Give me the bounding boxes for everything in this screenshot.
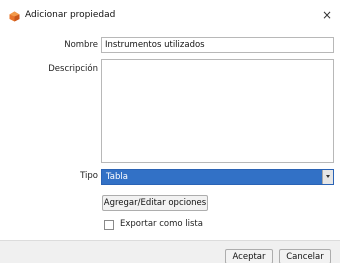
cancelar-button[interactable]: Cancelar <box>279 249 331 263</box>
dialog-title: Adicionar propiedad <box>25 10 116 20</box>
close-icon[interactable]: × <box>320 8 334 22</box>
orange-gem-icon <box>9 11 20 22</box>
aceptar-button[interactable]: Aceptar <box>225 249 273 263</box>
tipo-label: Tipo <box>80 171 98 181</box>
descripcion-textarea[interactable] <box>101 59 334 163</box>
nombre-input[interactable]: Instrumentos utilizados <box>101 37 334 53</box>
chevron-down-icon[interactable] <box>322 170 333 184</box>
exportar-checkbox[interactable] <box>104 220 114 230</box>
title-bar: Adicionar propiedad × <box>0 0 340 30</box>
descripcion-label: Descripción <box>48 64 98 74</box>
tipo-selected-value: Tabla <box>106 172 128 182</box>
exportar-label: Exportar como lista <box>120 219 203 229</box>
nombre-label: Nombre <box>64 40 98 50</box>
editar-opciones-button[interactable]: Agregar/Editar opciones <box>102 195 208 211</box>
tipo-select[interactable]: Tabla <box>101 169 334 185</box>
